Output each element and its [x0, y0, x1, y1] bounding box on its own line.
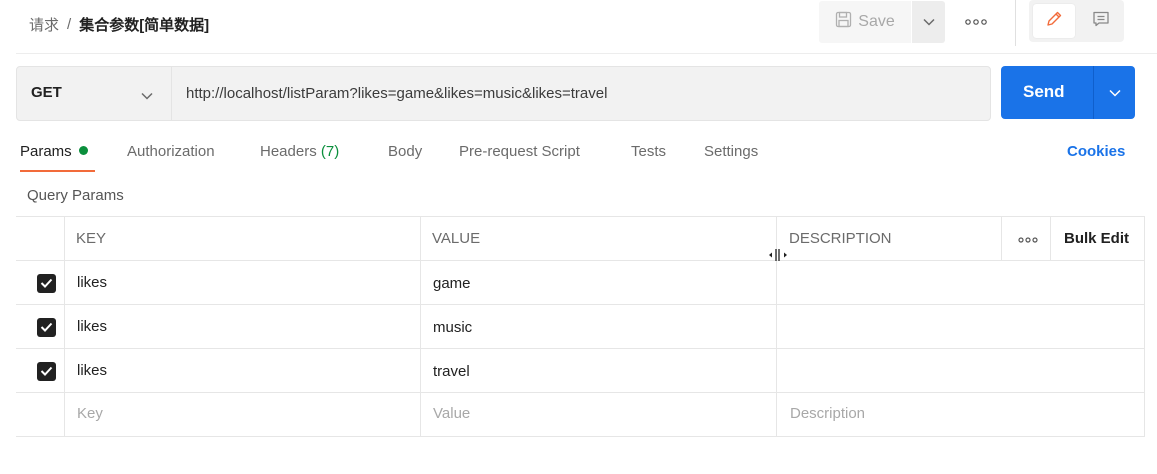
more-horizontal-icon	[1018, 230, 1038, 248]
table-column-divider	[1050, 216, 1051, 260]
check-icon	[40, 275, 53, 293]
method-label: GET	[31, 84, 62, 101]
table-border	[16, 304, 1145, 305]
pencil-icon	[1045, 10, 1063, 33]
tab-headers[interactable]: Headers (7)	[260, 143, 339, 160]
header-divider-line	[16, 53, 1157, 54]
table-column-divider	[64, 216, 65, 437]
column-header-description: DESCRIPTION	[789, 230, 892, 247]
table-border	[16, 348, 1145, 349]
param-key[interactable]: likes	[77, 274, 107, 291]
save-label: Save	[858, 13, 895, 30]
send-button[interactable]: Send	[1023, 82, 1065, 102]
new-description-input[interactable]: Description	[790, 405, 865, 422]
check-icon	[40, 319, 53, 337]
table-column-divider	[1144, 216, 1145, 437]
comments-mode-button[interactable]	[1081, 4, 1121, 38]
cookies-link[interactable]: Cookies	[1067, 143, 1125, 160]
headers-count: (7)	[320, 143, 340, 160]
tab-authorization[interactable]: Authorization	[127, 143, 215, 160]
row-enabled-checkbox[interactable]	[37, 318, 56, 337]
save-button[interactable]: Save	[819, 1, 911, 43]
param-value[interactable]: travel	[433, 363, 470, 380]
query-params-title: Query Params	[27, 187, 124, 204]
table-column-divider	[1001, 216, 1002, 260]
table-border	[16, 436, 1145, 437]
send-dropdown-button[interactable]	[1094, 66, 1135, 119]
column-header-key: KEY	[76, 230, 107, 247]
tab-label: Body	[388, 143, 423, 160]
bulk-edit-button[interactable]: Bulk Edit	[1064, 230, 1129, 247]
query-params-table: KEY VALUE DESCRIPTION Bulk Edit likes ga…	[16, 216, 1145, 437]
param-value[interactable]: music	[433, 319, 472, 336]
url-input[interactable]: http://localhost/listParam?likes=game&li…	[186, 85, 607, 102]
tab-label: Params	[20, 143, 72, 160]
tab-label: Tests	[631, 143, 667, 160]
breadcrumb-parent[interactable]: 请求	[29, 14, 59, 35]
table-border	[16, 392, 1145, 393]
more-horizontal-icon	[965, 12, 987, 30]
column-resize-cursor-icon	[768, 248, 788, 267]
table-options-button[interactable]	[1015, 230, 1041, 248]
send-button-group: Send	[1001, 66, 1135, 119]
tab-label: Settings	[704, 143, 759, 160]
edit-mode-button[interactable]	[1033, 4, 1075, 38]
tab-body[interactable]: Body	[388, 143, 422, 160]
save-icon	[835, 11, 852, 33]
table-column-divider	[420, 216, 421, 437]
param-key[interactable]: likes	[77, 362, 107, 379]
more-actions-button[interactable]	[963, 11, 989, 31]
breadcrumb: 请求 / 集合参数[简单数据]	[29, 12, 209, 36]
tab-params[interactable]: Params	[20, 143, 88, 160]
chevron-down-icon	[1108, 84, 1121, 102]
table-border	[16, 260, 1145, 261]
save-dropdown-button[interactable]	[912, 1, 945, 43]
params-active-dot	[78, 146, 88, 155]
row-enabled-checkbox[interactable]	[37, 274, 56, 293]
request-title[interactable]: 集合参数[简单数据]	[79, 14, 209, 35]
column-header-value: VALUE	[432, 230, 481, 247]
new-value-input[interactable]: Value	[433, 405, 470, 422]
new-key-input[interactable]: Key	[77, 405, 103, 422]
save-group: Save	[819, 1, 945, 43]
tab-label: Authorization	[127, 143, 215, 160]
view-mode-toggle	[1029, 0, 1124, 42]
tab-label: Pre-request Script	[459, 143, 580, 160]
comment-icon	[1092, 10, 1110, 33]
chevron-down-icon	[141, 87, 153, 105]
param-value[interactable]: game	[433, 275, 471, 292]
request-bar: GET http://localhost/listParam?likes=gam…	[16, 66, 991, 121]
chevron-down-icon	[922, 13, 935, 31]
breadcrumb-separator: /	[67, 15, 72, 33]
active-tab-underline	[20, 170, 95, 172]
tab-settings[interactable]: Settings	[704, 143, 758, 160]
method-select[interactable]: GET	[17, 67, 172, 120]
header-divider	[1015, 0, 1016, 46]
tab-pre-request-script[interactable]: Pre-request Script	[459, 143, 580, 160]
tab-label: Headers	[260, 143, 317, 160]
tab-tests[interactable]: Tests	[631, 143, 666, 160]
table-border	[16, 216, 1145, 217]
row-enabled-checkbox[interactable]	[37, 362, 56, 381]
param-key[interactable]: likes	[77, 318, 107, 335]
check-icon	[40, 363, 53, 381]
